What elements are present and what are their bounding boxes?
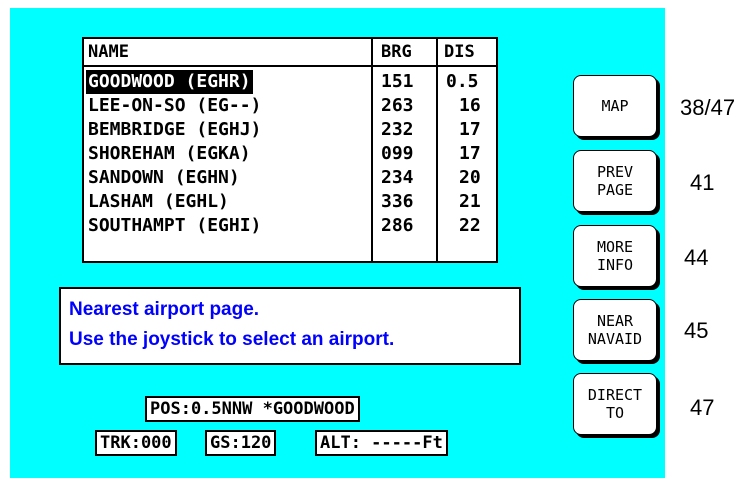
airport-distance: 0.5 xyxy=(446,71,479,92)
help-line-1: Nearest airport page. xyxy=(69,299,260,320)
softkey-label: INFO xyxy=(596,256,634,274)
softkey-label: MAP xyxy=(601,97,629,115)
airport-row[interactable]: SHOREHAM (EGKA) 099 17 xyxy=(84,142,496,166)
more-info-button[interactable]: MORE INFO xyxy=(573,225,657,287)
airport-distance: 17 xyxy=(459,143,481,164)
column-header-name: NAME xyxy=(88,42,129,62)
airport-bearing: 336 xyxy=(381,191,414,212)
track-readout: TRK:000 xyxy=(95,430,177,456)
airport-distance: 20 xyxy=(459,167,481,188)
airport-bearing: 286 xyxy=(381,215,414,236)
softkey-label: MORE xyxy=(596,238,634,256)
page-reference: 45 xyxy=(684,318,709,343)
column-header-distance: DIS xyxy=(444,42,475,62)
airport-name: BEMBRIDGE (EGHJ) xyxy=(88,119,262,140)
near-navaid-button[interactable]: NEAR NAVAID xyxy=(573,299,657,361)
softkey-label: TO xyxy=(605,404,625,422)
softkey-label: NAVAID xyxy=(587,330,643,348)
airport-row[interactable]: SANDOWN (EGHN) 234 20 xyxy=(84,166,496,190)
map-button[interactable]: MAP xyxy=(573,75,657,137)
position-readout: POS:0.5NNW *GOODWOOD xyxy=(145,396,360,422)
help-line-2: Use the joystick to select an airport. xyxy=(69,329,395,350)
airport-name: LEE-ON-SO (EG--) xyxy=(88,95,262,116)
page-reference: 44 xyxy=(684,245,709,270)
nearest-airport-table: NAME BRG DIS GOODWOOD (EGHR) 151 0.5 LEE… xyxy=(82,37,498,263)
airport-distance: 17 xyxy=(459,119,481,140)
header-divider xyxy=(84,65,496,67)
column-header-bearing: BRG xyxy=(381,42,412,62)
softkey-label: PREV xyxy=(596,163,634,181)
airport-bearing: 232 xyxy=(381,119,414,140)
airport-distance: 16 xyxy=(459,95,481,116)
airport-bearing: 099 xyxy=(381,143,414,164)
airport-name: SANDOWN (EGHN) xyxy=(88,167,240,188)
airport-distance: 21 xyxy=(459,191,481,212)
altitude-readout: ALT: -----Ft xyxy=(315,430,448,456)
airport-row[interactable]: LASHAM (EGHL) 336 21 xyxy=(84,190,496,214)
airport-row[interactable]: BEMBRIDGE (EGHJ) 232 17 xyxy=(84,118,496,142)
page-reference: 47 xyxy=(690,395,715,420)
airport-bearing: 234 xyxy=(381,167,414,188)
prev-page-button[interactable]: PREV PAGE xyxy=(573,150,657,212)
airport-row[interactable]: SOUTHAMPT (EGHI) 286 22 xyxy=(84,214,496,238)
airport-bearing: 263 xyxy=(381,95,414,116)
airport-distance: 22 xyxy=(459,215,481,236)
direct-to-button[interactable]: DIRECT TO xyxy=(573,373,657,435)
airport-name: SOUTHAMPT (EGHI) xyxy=(88,215,262,236)
airport-row[interactable]: GOODWOOD (EGHR) 151 0.5 xyxy=(84,70,496,94)
groundspeed-readout: GS:120 xyxy=(205,430,277,456)
airport-name: LASHAM (EGHL) xyxy=(88,191,229,212)
airport-name: GOODWOOD (EGHR) xyxy=(86,70,253,94)
softkey-label: DIRECT xyxy=(587,386,643,404)
airport-name: SHOREHAM (EGKA) xyxy=(88,143,251,164)
airport-row[interactable]: LEE-ON-SO (EG--) 263 16 xyxy=(84,94,496,118)
softkey-label: PAGE xyxy=(596,181,634,199)
page-reference: 41 xyxy=(690,170,715,195)
help-message-box: Nearest airport page. Use the joystick t… xyxy=(59,287,521,365)
page-reference: 38/47 xyxy=(680,95,736,120)
airport-bearing: 151 xyxy=(381,71,414,92)
softkey-label: NEAR xyxy=(596,312,634,330)
